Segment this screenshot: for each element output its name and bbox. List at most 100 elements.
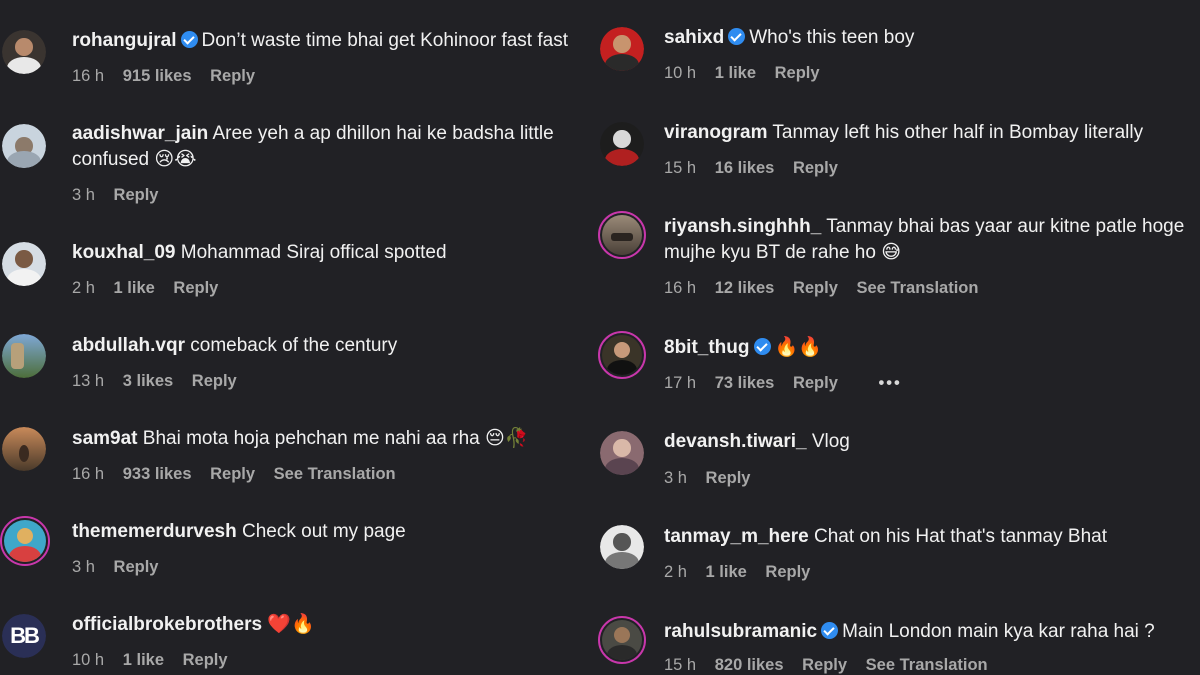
comment-username[interactable]: riyansh.singhhh_ [664, 216, 821, 237]
avatar-with-story-ring[interactable] [0, 516, 50, 566]
reply-button[interactable]: Reply [793, 159, 838, 177]
comment-time: 17 h [664, 374, 697, 392]
comment-username[interactable]: rahulsubramanic [664, 621, 817, 642]
reply-button[interactable]: Reply [793, 374, 838, 392]
reply-button[interactable]: Reply [114, 186, 159, 204]
see-translation-link[interactable]: See Translation [274, 465, 396, 483]
comment-text: Mohammad Siraj offical spotted [180, 242, 447, 263]
avatar[interactable] [600, 525, 644, 569]
comment-time: 13 h [72, 372, 105, 390]
comment-meta: 2 h 1 like Reply [72, 279, 232, 298]
more-options-icon[interactable]: ••• [878, 374, 901, 393]
reply-button[interactable]: Reply [802, 656, 847, 674]
comment-meta: 3 h Reply [72, 558, 172, 577]
comment-likes[interactable]: 915 likes [123, 67, 192, 85]
comment-likes[interactable]: 3 likes [123, 372, 173, 390]
see-translation-link[interactable]: See Translation [856, 279, 978, 297]
comment-text: Vlog [811, 431, 850, 452]
comment-time: 3 h [664, 469, 687, 487]
comment-time: 2 h [664, 563, 687, 581]
comment-username[interactable]: thememerdurvesh [72, 521, 237, 542]
avatar[interactable] [600, 122, 644, 166]
comment-likes[interactable]: 73 likes [715, 374, 775, 392]
comment-text: Main London main kya kar raha hai ? [842, 621, 1155, 642]
comment-likes[interactable]: 1 like [114, 279, 155, 297]
verified-badge-icon [728, 28, 746, 45]
reply-button[interactable]: Reply [793, 279, 838, 297]
comment-likes[interactable]: 820 likes [715, 656, 784, 674]
comment-meta: 16 h 12 likes Reply See Translation [664, 279, 992, 298]
comment-username[interactable]: rohangujral [72, 30, 177, 51]
comment-text: Check out my page [242, 521, 406, 542]
comment-text: ❤️🔥 [267, 614, 315, 635]
comment-likes[interactable]: 1 like [123, 651, 164, 669]
comment-username[interactable]: 8bit_thug [664, 337, 750, 358]
comment-likes[interactable]: 16 likes [715, 159, 775, 177]
comment-username[interactable]: tanmay_m_here [664, 526, 809, 547]
comment-username[interactable]: kouxhal_09 [72, 242, 176, 263]
comment-meta: 2 h 1 like Reply [664, 563, 824, 582]
avatar[interactable]: BB [2, 614, 46, 658]
verified-badge-icon [753, 338, 771, 355]
reply-button[interactable]: Reply [765, 563, 810, 581]
comment-meta: 15 h 16 likes Reply [664, 159, 852, 178]
comment-time: 10 h [664, 64, 697, 82]
avatar[interactable] [2, 30, 46, 74]
comment-text: 🔥🔥 [774, 337, 822, 358]
comment-likes[interactable]: 1 like [715, 64, 756, 82]
comment-text: Chat on his Hat that's tanmay Bhat [813, 526, 1107, 547]
reply-button[interactable]: Reply [706, 469, 751, 487]
comment-username[interactable]: officialbrokebrothers [72, 614, 262, 635]
comment-text: Tanmay left his other half in Bombay lit… [772, 122, 1144, 143]
avatar[interactable] [2, 427, 46, 471]
verified-badge-icon [821, 622, 839, 639]
comment-username[interactable]: viranogram [664, 122, 767, 143]
comment-time: 15 h [664, 656, 697, 674]
reply-button[interactable]: Reply [173, 279, 218, 297]
comment-meta: 15 h 820 likes Reply See Translation [664, 656, 1002, 675]
reply-button[interactable]: Reply [114, 558, 159, 576]
comment-meta: 3 h Reply [72, 186, 172, 205]
comment-username[interactable]: aadishwar_jain [72, 123, 208, 144]
verified-badge-icon [180, 31, 198, 48]
comment-meta: 10 h 1 like Reply [664, 64, 834, 83]
avatar[interactable] [2, 334, 46, 378]
avatar-with-story-ring[interactable] [598, 211, 646, 259]
avatar-with-story-ring[interactable] [598, 331, 646, 379]
comment-username[interactable]: sam9at [72, 428, 138, 449]
comment-likes[interactable]: 1 like [706, 563, 747, 581]
comment-text: Who's this teen boy [749, 27, 915, 48]
reply-button[interactable]: Reply [775, 64, 820, 82]
comment-text: Don’t waste time bhai get Kohinoor fast … [201, 30, 568, 51]
avatar[interactable] [2, 124, 46, 168]
comment-text: comeback of the century [190, 335, 398, 356]
reply-button[interactable]: Reply [210, 465, 255, 483]
comment-username[interactable]: devansh.tiwari_ [664, 431, 807, 452]
comment-meta: 3 h Reply [664, 469, 764, 488]
comment-time: 15 h [664, 159, 697, 177]
comment-time: 2 h [72, 279, 95, 297]
avatar[interactable] [600, 431, 644, 475]
comment-time: 16 h [664, 279, 697, 297]
reply-button[interactable]: Reply [210, 67, 255, 85]
comment-meta: 17 h 73 likes Reply ••• [664, 374, 916, 393]
comment-likes[interactable]: 12 likes [715, 279, 775, 297]
avatar-with-story-ring[interactable] [598, 616, 646, 664]
avatar[interactable] [600, 27, 644, 71]
brand-logo-avatar: BB [2, 614, 46, 658]
see-translation-link[interactable]: See Translation [866, 656, 988, 674]
comment-time: 3 h [72, 186, 95, 204]
comment-time: 10 h [72, 651, 105, 669]
comment-username[interactable]: sahixd [664, 27, 724, 48]
reply-button[interactable]: Reply [183, 651, 228, 669]
comment-meta: 16 h 933 likes Reply See Translation [72, 465, 410, 484]
comment-meta: 10 h 1 like Reply [72, 651, 242, 670]
comment-time: 3 h [72, 558, 95, 576]
comment-likes[interactable]: 933 likes [123, 465, 192, 483]
reply-button[interactable]: Reply [192, 372, 237, 390]
avatar[interactable] [2, 242, 46, 286]
comment-username[interactable]: abdullah.vqr [72, 335, 185, 356]
comment-meta: 16 h 915 likes Reply [72, 67, 269, 86]
comment-meta: 13 h 3 likes Reply [72, 372, 251, 391]
comment-time: 16 h [72, 67, 105, 85]
